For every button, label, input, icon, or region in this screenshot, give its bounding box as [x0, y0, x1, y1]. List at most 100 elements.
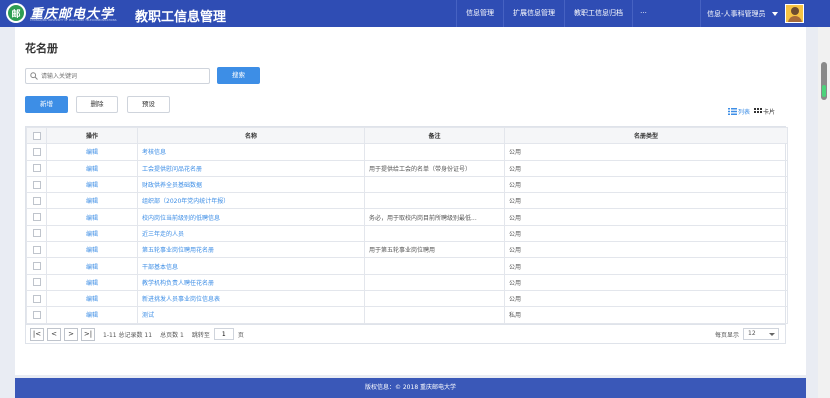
per-page-value: 12 [748, 330, 756, 337]
column-header-operation: 操作 [46, 126, 138, 145]
edit-link[interactable]: 编辑 [46, 175, 138, 194]
select-all-checkbox[interactable] [32, 131, 41, 140]
search-icon [30, 72, 38, 80]
roster-note [364, 273, 505, 291]
roster-name-link[interactable]: 干部基本信息 [137, 257, 365, 275]
roster-name-link[interactable]: 新进挑发人员事业岗位信息表 [137, 289, 365, 308]
university-subtitle: CHONGQING UNIVERSITY OF POSTS AND TELECO… [30, 19, 117, 22]
edit-link[interactable]: 编辑 [46, 289, 138, 308]
roster-name-link[interactable]: 教学机构负责人聘任花名册 [137, 273, 365, 291]
top-nav: 信息管理 扩展信息管理 教职工信息归档 ··· [456, 0, 654, 27]
view-switch: 列表 卡片 [724, 107, 775, 116]
edit-link[interactable]: 编辑 [46, 159, 138, 177]
jump-page-input[interactable] [213, 328, 234, 340]
scroll-indicator [822, 85, 826, 97]
total-pages: 总页数 1 [160, 331, 184, 339]
roster-type: 公用 [504, 143, 788, 161]
row-select-cell [26, 257, 47, 275]
next-page-button[interactable]: > [64, 327, 78, 341]
table-row: 编辑 近三年走的人员 公用 [26, 224, 788, 243]
roster-name-link[interactable]: 考核信息 [137, 143, 365, 161]
footer-copyright: 版权信息：© 2018 重庆邮电大学 [15, 378, 806, 398]
roster-type: 公用 [504, 241, 788, 259]
row-checkbox[interactable] [32, 310, 41, 319]
edit-link[interactable]: 编辑 [46, 257, 138, 275]
row-checkbox[interactable] [32, 213, 41, 222]
edit-link[interactable]: 编辑 [46, 241, 138, 259]
first-page-button[interactable]: |< [30, 327, 44, 341]
app-title: 教职工信息管理 [135, 10, 227, 25]
row-checkbox[interactable] [32, 229, 41, 238]
row-checkbox[interactable] [32, 245, 41, 254]
edit-link[interactable]: 编辑 [46, 224, 138, 243]
list-icon [728, 108, 737, 115]
roster-name-link[interactable]: 校内岗位当前级别的低聘信息 [137, 208, 365, 226]
edit-link[interactable]: 编辑 [46, 273, 138, 291]
record-range: 1-11 总记录数 11 [103, 331, 153, 339]
view-list-label: 列表 [738, 109, 751, 116]
row-checkbox[interactable] [32, 180, 41, 189]
view-card-label: 卡片 [763, 109, 776, 116]
avatar-body [788, 16, 802, 22]
roster-name-link[interactable]: 测试 [137, 306, 365, 324]
per-page-control: 每页显示 12 [715, 328, 779, 340]
roster-name-link[interactable]: 财政供养全员基础数据 [137, 175, 365, 194]
roster-note [364, 143, 505, 161]
search-input[interactable] [41, 70, 206, 82]
view-card-toggle[interactable]: 卡片 [754, 107, 775, 116]
preset-button[interactable]: 预设 [127, 96, 170, 113]
row-checkbox[interactable] [32, 294, 41, 303]
page-scrollbar[interactable] [818, 27, 830, 398]
more-menu-button[interactable]: ··· [632, 0, 654, 27]
last-page-button[interactable]: >| [81, 327, 95, 341]
roster-table: 操作 名称 备注 名册类型 编辑 考核信息 公用 编辑 工会提供慰问品花名册 用于提供给工… [25, 126, 788, 325]
roster-note [364, 257, 505, 275]
grid-icon [754, 108, 763, 113]
roster-name-link[interactable]: 第五轮事业岗位聘用花名册 [137, 241, 365, 259]
table-row: 编辑 校内岗位当前级别的低聘信息 务必，用于取校内岗目前所聘级别最低... 公用 [26, 208, 788, 226]
row-checkbox[interactable] [32, 196, 41, 205]
roster-type: 公用 [504, 257, 788, 275]
roster-type: 私用 [504, 306, 788, 324]
avatar[interactable] [785, 4, 804, 23]
per-page-select[interactable]: 12 [743, 328, 779, 340]
row-select-cell [26, 175, 47, 194]
edit-link[interactable]: 编辑 [46, 306, 138, 324]
avatar-head [791, 7, 799, 15]
roster-type: 公用 [504, 224, 788, 243]
roster-name-link[interactable]: 近三年走的人员 [137, 224, 365, 243]
table-row: 编辑 测试 私用 [26, 306, 788, 324]
add-button[interactable]: 新增 [25, 96, 68, 113]
row-select-cell [26, 192, 47, 210]
roster-name-link[interactable]: 工会提供慰问品花名册 [137, 159, 365, 177]
roster-type: 公用 [504, 175, 788, 194]
edit-link[interactable]: 编辑 [46, 192, 138, 210]
roster-name-link[interactable]: 组织部（2020年党内统计年报） [137, 192, 365, 210]
view-list-toggle[interactable]: 列表 [728, 107, 750, 116]
delete-button[interactable]: 删除 [76, 96, 118, 113]
nav-item-info-management[interactable]: 信息管理 [456, 0, 503, 27]
column-header-name: 名称 [137, 126, 365, 145]
row-select-cell [26, 224, 47, 243]
roster-note [364, 224, 505, 243]
row-checkbox[interactable] [32, 262, 41, 271]
search-button[interactable]: 搜索 [217, 67, 260, 84]
main-content: 花名册 搜索 新增 删除 预设 列表 卡片 [15, 27, 806, 375]
edit-link[interactable]: 编辑 [46, 143, 138, 161]
search-box[interactable] [25, 68, 210, 84]
table-row: 编辑 第五轮事业岗位聘用花名册 用于第五轮事业岗位聘用 公用 [26, 241, 788, 259]
table-row: 编辑 工会提供慰问品花名册 用于提供给工会的名单（带身份证号） 公用 [26, 159, 788, 177]
nav-item-extended-info[interactable]: 扩展信息管理 [503, 0, 564, 27]
per-page-label: 每页显示 [714, 331, 739, 339]
prev-page-button[interactable]: < [47, 327, 61, 341]
roster-note: 用于第五轮事业岗位聘用 [364, 241, 505, 259]
row-checkbox[interactable] [32, 278, 41, 287]
nav-item-archive[interactable]: 教职工信息归档 [564, 0, 632, 27]
roster-note: 用于提供给工会的名单（带身份证号） [364, 159, 505, 177]
user-menu[interactable]: 信息-人事科管理员 [700, 0, 778, 27]
row-select-cell [26, 273, 47, 291]
roster-note [364, 175, 505, 194]
row-checkbox[interactable] [32, 147, 41, 156]
edit-link[interactable]: 编辑 [46, 208, 138, 226]
row-checkbox[interactable] [32, 164, 41, 173]
